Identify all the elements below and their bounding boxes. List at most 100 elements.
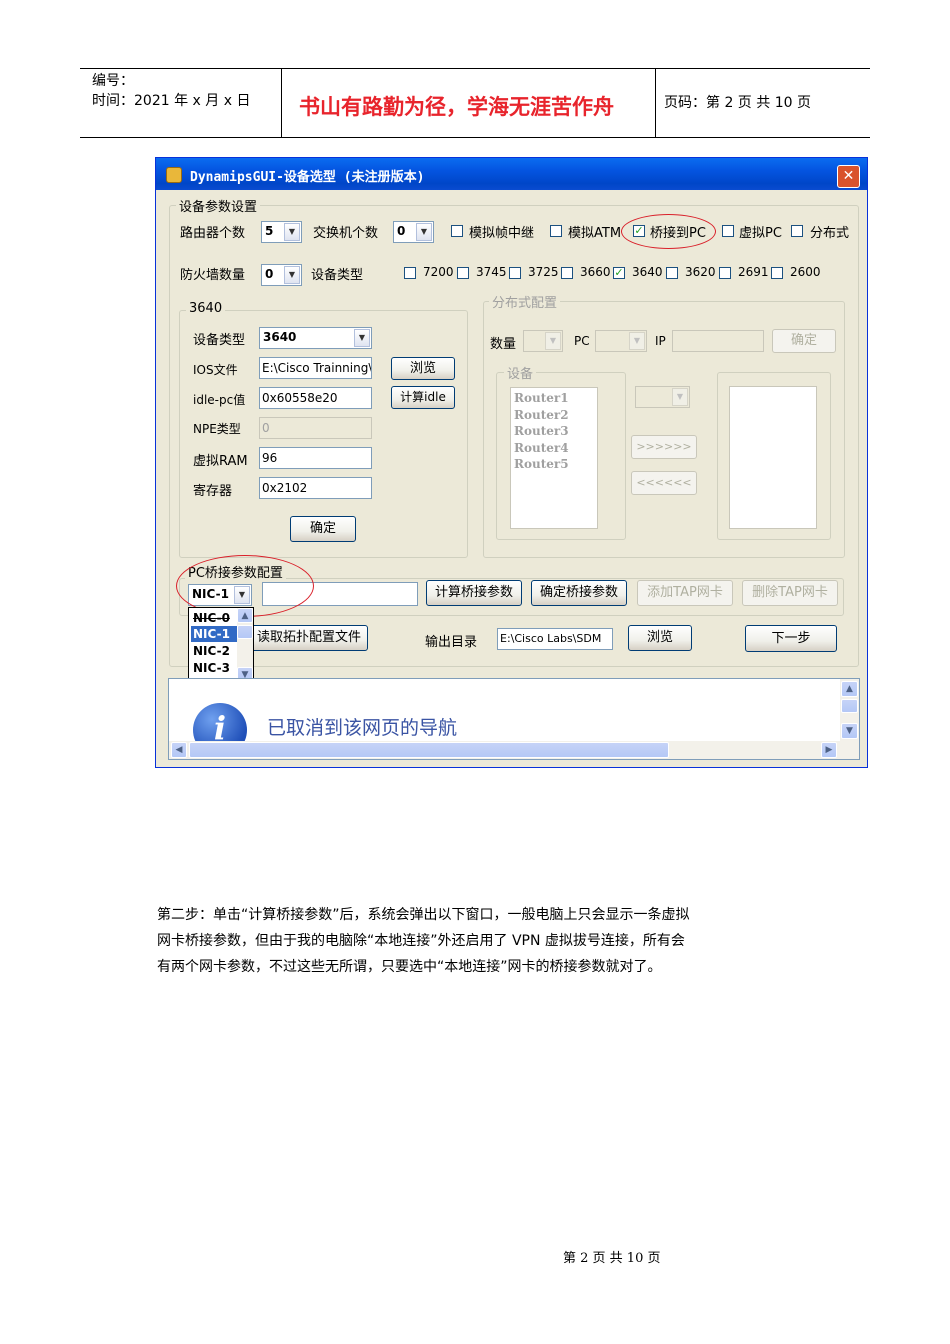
router-count-select[interactable]: 5 ▼: [261, 221, 302, 243]
atm-checkbox[interactable]: [550, 225, 562, 237]
nic-option[interactable]: NIC-0: [191, 610, 237, 626]
model-device-type-select[interactable]: 3640 ▼: [259, 327, 372, 349]
web-browser-pane: i 已取消到该网页的导航 ▲ ▼ ◀ ▶: [168, 678, 860, 760]
close-button[interactable]: ✕: [837, 165, 860, 188]
page-footer: 第 2 页 共 10 页: [563, 1251, 661, 1266]
chevron-up-icon[interactable]: ▲: [237, 608, 253, 623]
device-params-legend: 设备参数设置: [176, 196, 261, 215]
virtual-ram-label: 虚拟RAM: [193, 454, 248, 469]
model-3620-checkbox[interactable]: [666, 267, 678, 279]
chevron-down-icon: ▼: [284, 223, 300, 241]
body-line: 网卡桥接参数，但由于我的电脑除“本地连接”外还启用了 VPN 虚拟拔号连接，所有…: [157, 933, 685, 949]
add-router-button[interactable]: >>>>>>: [631, 435, 697, 459]
calc-idle-button[interactable]: 计算idle: [391, 386, 455, 409]
list-item[interactable]: Router1: [514, 390, 569, 407]
virtual-ram-input[interactable]: 96: [259, 447, 372, 469]
ios-file-label: IOS文件: [193, 363, 238, 377]
model-3745-label: 3745: [476, 265, 507, 279]
assigned-router-list[interactable]: [729, 386, 817, 529]
model-device-type-label: 设备类型: [193, 333, 246, 348]
chevron-down-icon[interactable]: ▼: [841, 723, 858, 739]
firewall-count-label: 防火墙数量: [180, 268, 246, 283]
scroll-thumb[interactable]: [237, 625, 253, 639]
model-7200-label: 7200: [423, 265, 454, 279]
distributed-checkbox[interactable]: [791, 225, 803, 237]
distributed-legend: 分布式配置: [489, 292, 561, 311]
confirm-bridge-button[interactable]: 确定桥接参数: [531, 580, 627, 606]
remove-router-button[interactable]: <<<<<<: [631, 471, 697, 495]
ios-file-input[interactable]: E:\Cisco Trainning\: [259, 357, 372, 379]
model-3640-label: 3640: [632, 265, 663, 279]
virtual-pc-checkbox[interactable]: [722, 225, 734, 237]
model-7200-checkbox[interactable]: [404, 267, 416, 279]
chevron-down-icon: ▼: [629, 332, 645, 350]
list-item[interactable]: Router5: [514, 456, 569, 473]
nic-dropdown-list[interactable]: NIC-0 NIC-1 NIC-2 NIC-3 ▲ ▼: [188, 607, 254, 685]
model-2600-checkbox[interactable]: [771, 267, 783, 279]
model-3725-checkbox[interactable]: [509, 267, 521, 279]
distributed-ip-input[interactable]: [672, 330, 764, 352]
target-pc-select[interactable]: ▼: [635, 386, 690, 408]
npe-type-label: NPE类型: [193, 422, 241, 436]
chevron-right-icon[interactable]: ▶: [821, 742, 837, 758]
ios-browse-button[interactable]: 浏览: [391, 357, 455, 380]
model-group-legend: 3640: [186, 301, 226, 316]
nic-list-scrollbar[interactable]: ▲ ▼: [237, 608, 253, 684]
model-3660-checkbox[interactable]: [561, 267, 573, 279]
nic-option[interactable]: NIC-2: [191, 643, 237, 659]
distributed-count-select[interactable]: ▼: [523, 330, 563, 352]
header-page-cell: 页码：第 2 页 共 10 页: [656, 69, 870, 137]
idlepc-label: idle-pc值: [193, 393, 246, 407]
output-browse-button[interactable]: 浏览: [628, 625, 692, 651]
devices-legend: 设备: [504, 363, 537, 382]
list-item[interactable]: Router3: [514, 423, 569, 440]
remove-tap-button[interactable]: 删除TAP网卡: [742, 580, 838, 606]
read-topology-button[interactable]: 读取拓扑配置文件: [242, 625, 368, 651]
add-tap-button[interactable]: 添加TAP网卡: [637, 580, 733, 606]
distributed-ip-label: IP: [655, 334, 666, 348]
web-vertical-scrollbar[interactable]: ▲ ▼: [840, 679, 859, 741]
model-2691-checkbox[interactable]: [719, 267, 731, 279]
model-3745-checkbox[interactable]: [457, 267, 469, 279]
header-motto-cell: 书山有路勤为径，学海无涯苦作舟: [281, 69, 656, 137]
chevron-left-icon[interactable]: ◀: [171, 742, 187, 758]
frame-relay-checkbox[interactable]: [451, 225, 463, 237]
chevron-up-icon[interactable]: ▲: [841, 681, 858, 697]
model-2600-label: 2600: [790, 265, 821, 279]
idlepc-input[interactable]: 0x60558e20: [259, 387, 372, 409]
time-label: 时间：2021 年 x 月 x 日: [92, 93, 251, 109]
scroll-thumb[interactable]: [189, 742, 669, 758]
model-3660-label: 3660: [580, 265, 611, 279]
distributed-ok-button[interactable]: 确定: [772, 329, 836, 353]
app-icon: [166, 167, 182, 183]
switch-count-select[interactable]: 0 ▼: [393, 221, 434, 243]
firewall-count-select[interactable]: 0 ▼: [261, 264, 302, 286]
list-item[interactable]: Router4: [514, 440, 569, 457]
switch-count-label: 交换机个数: [313, 226, 379, 241]
model-3620-label: 3620: [685, 265, 716, 279]
atm-label: 模拟ATM: [568, 226, 622, 241]
model-3640-checkbox[interactable]: ✓: [613, 267, 625, 279]
title-bar[interactable]: DynamipsGUI-设备选型 (未注册版本) ✕: [156, 158, 867, 190]
nic-option[interactable]: NIC-3: [191, 660, 237, 676]
window-title: DynamipsGUI-设备选型 (未注册版本): [190, 170, 425, 185]
next-step-button[interactable]: 下一步: [745, 625, 837, 652]
router-list[interactable]: Router1 Router2 Router3 Router4 Router5: [510, 387, 598, 529]
document-header: 编号： 时间：2021 年 x 月 x 日 书山有路勤为径，学海无涯苦作舟 页码…: [80, 68, 870, 138]
calc-bridge-button[interactable]: 计算桥接参数: [426, 580, 522, 606]
body-line: 第二步：单击“计算桥接参数”后，系统会弹出以下窗口，一般电脑上只会显示一条虚拟: [157, 907, 690, 923]
chevron-down-icon: ▼: [284, 266, 300, 284]
list-item[interactable]: Router2: [514, 407, 569, 424]
register-input[interactable]: 0x2102: [259, 477, 372, 499]
output-dir-input[interactable]: E:\Cisco Labs\SDM: [497, 628, 613, 650]
nic-option-selected[interactable]: NIC-1: [191, 626, 237, 642]
web-horizontal-scrollbar[interactable]: ◀ ▶: [169, 741, 859, 759]
model-ok-button[interactable]: 确定: [290, 516, 356, 542]
virtual-pc-label: 虚拟PC: [739, 226, 782, 241]
npe-type-input[interactable]: 0: [259, 417, 372, 439]
distributed-pc-select[interactable]: ▼: [595, 330, 647, 352]
header-meta-cell: 编号： 时间：2021 年 x 月 x 日: [80, 69, 282, 137]
navigation-cancelled-message: 已取消到该网页的导航: [267, 717, 458, 739]
model-2691-label: 2691: [738, 265, 769, 279]
scroll-thumb[interactable]: [841, 699, 858, 713]
